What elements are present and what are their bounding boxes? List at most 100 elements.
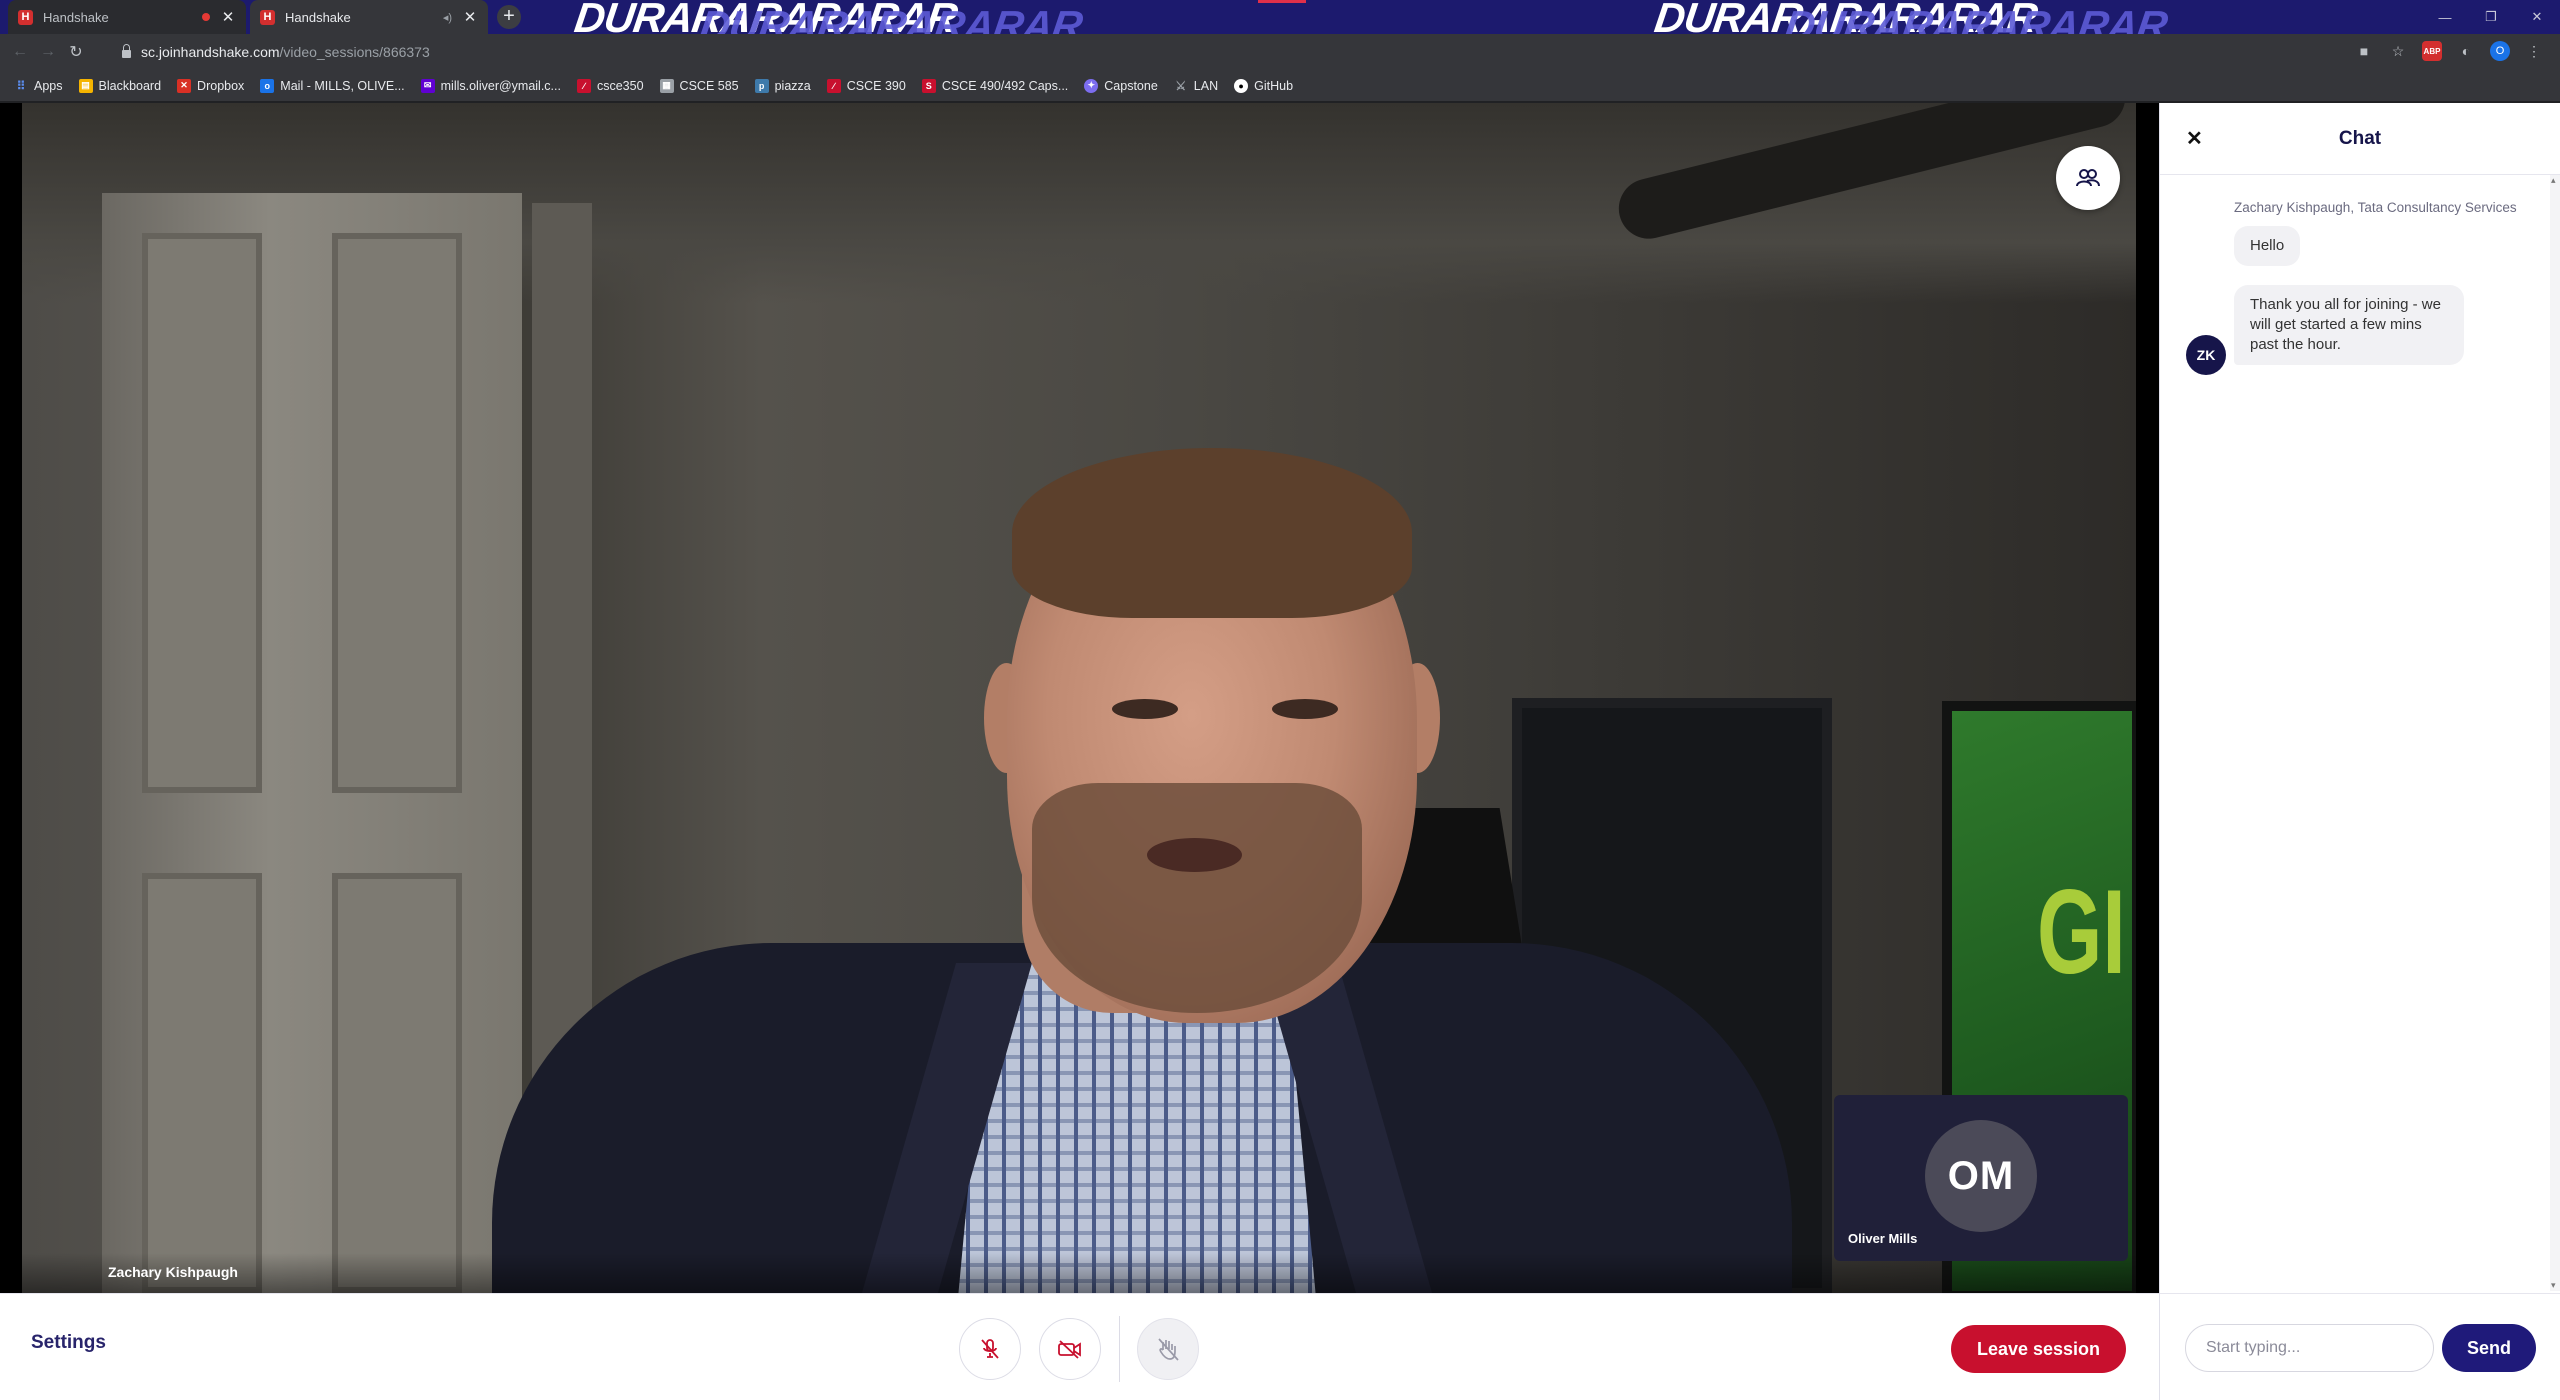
toggle-camera-button[interactable] [1039,1318,1101,1380]
bookmark-apps[interactable]: ⠿ Apps [14,79,63,93]
browser-titlebar: DURARARARARAR DURARARARARAR DURARARARARA… [0,0,2560,34]
video-session-page: GI Zachary Kishpaugh OM Oliver Mills Set… [0,103,2560,1400]
yahoo-mail-icon: ✉ [420,78,435,93]
camera-in-use-icon[interactable]: ■ [2354,41,2374,61]
browser-toolbar: ← → ↻ sc.joinhandshake.com/video_session… [0,34,2560,70]
bookmark-csce350[interactable]: ∕ csce350 [576,78,644,93]
bookmark-capstone[interactable]: ✦ Capstone [1084,78,1158,93]
raise-hand-off-icon [1158,1338,1179,1361]
restore-icon[interactable]: ❐ [2468,0,2514,34]
bookmark-label: CSCE 585 [679,78,739,93]
tab-close-icon[interactable]: ✕ [462,8,478,26]
window-controls: — ❐ ✕ [2422,0,2560,34]
bookmarks-bar: ⠿ Apps ▤ Blackboard ✕ Dropbox o Mail - MILLS… [0,70,2560,102]
controls-divider [1119,1316,1120,1382]
tab-close-icon[interactable]: ✕ [220,8,236,26]
outlook-icon: o [260,78,275,93]
chat-message: Thank you all for joining - we will get … [2234,285,2464,365]
bookmark-label: piazza [774,78,811,93]
extension-icons: ■ ☆ ABP ◐ O ⋮ [2354,41,2544,61]
lock-icon [122,44,131,58]
self-video-tile: OM Oliver Mills [1834,1095,2128,1261]
leave-session-button[interactable]: Leave session [1951,1325,2126,1373]
extension-icon[interactable]: ◐ [2456,41,2476,61]
theme-artwork-text: DURARARARARAR [696,2,1085,34]
poster-artwork: GI [2037,865,2126,999]
bookmark-label: CSCE 390 [846,78,906,93]
self-participant-name: Oliver Mills [1848,1231,1918,1246]
session-controls-bar: Settings Leave session [0,1293,2159,1400]
bookmark-label: Capstone [1104,78,1158,93]
bookmark-lan[interactable]: ⚔ LAN [1174,79,1218,93]
tab-title: Handshake [285,9,351,25]
handshake-favicon-icon: H [18,9,33,25]
back-arrow-icon[interactable]: ← [6,38,34,66]
bookmark-label: Dropbox [197,78,245,93]
forward-arrow-icon[interactable]: → [34,38,62,66]
microphone-off-icon [981,1339,999,1359]
adblock-plus-icon[interactable]: ABP [2422,41,2442,61]
course-icon: ∕ [826,78,841,93]
bookmark-csce390[interactable]: ∕ CSCE 390 [826,78,906,93]
course-icon: ∕ [576,78,591,93]
close-window-icon[interactable]: ✕ [2514,0,2560,34]
recording-indicator-icon [202,13,210,21]
bookmark-piazza[interactable]: p piazza [754,78,811,93]
participants-button[interactable] [2056,146,2120,210]
apps-grid-icon: ⠿ [16,78,26,93]
chat-message-sender: Zachary Kishpaugh, Tata Consultancy Serv… [2234,200,2517,215]
main-participant-name: Zachary Kishpaugh [108,1264,238,1280]
minimize-icon[interactable]: — [2422,0,2468,34]
chat-composer: Send [2160,1293,2560,1400]
bookmark-label: GitHub [1254,78,1294,93]
bookmark-csce585[interactable]: ▦ CSCE 585 [659,78,739,93]
bookmark-label: CSCE 490/492 Caps... [941,78,1069,93]
send-message-button[interactable]: Send [2442,1324,2536,1372]
bookmark-csce490[interactable]: S CSCE 490/492 Caps... [921,78,1069,93]
browser-tab-active[interactable]: H Handshake ◂) ✕ [250,0,488,34]
audio-playing-icon: ◂) [442,11,452,24]
bookmark-blackboard[interactable]: ▤ Blackboard [78,78,162,93]
page-icon: ▦ [659,78,674,93]
bookmark-github[interactable]: ● GitHub [1234,78,1294,93]
background-door [102,193,522,1293]
handshake-favicon-icon: H [260,9,275,25]
main-video-area: GI Zachary Kishpaugh OM Oliver Mills [0,103,2159,1293]
self-avatar: OM [1925,1120,2037,1232]
chat-panel: ✕ Chat Zachary Kishpaugh, Tata Consultan… [2159,103,2560,1400]
browser-menu-icon[interactable]: ⋮ [2524,41,2544,61]
github-icon: ● [1234,78,1249,93]
reload-icon[interactable]: ↻ [62,38,90,66]
dropbox-icon: ✕ [177,78,192,93]
bookmark-mail[interactable]: o Mail - MILLS, OLIVE... [260,78,405,93]
sender-avatar: ZK [2186,335,2226,375]
piazza-icon: p [754,78,769,93]
bookmark-label: csce350 [596,78,644,93]
chat-message-input[interactable] [2185,1324,2434,1372]
camera-off-icon [1058,1340,1081,1359]
chat-message: Hello [2234,226,2301,266]
bookmark-label: LAN [1193,78,1219,93]
address-bar[interactable]: sc.joinhandshake.com/video_sessions/8663… [110,37,2410,67]
capstone-icon: ✦ [1084,78,1099,93]
bookmark-star-icon[interactable]: ☆ [2388,41,2408,61]
lan-icon: ⚔ [1175,78,1187,93]
participant-video-feed: GI [22,103,2136,1293]
new-tab-button[interactable]: + [497,5,521,29]
bookmark-label: mills.oliver@ymail.c... [440,78,561,93]
bookmark-ymail[interactable]: ✉ mills.oliver@ymail.c... [420,78,561,93]
participants-icon [2076,169,2100,187]
raise-hand-button[interactable] [1137,1318,1199,1380]
mute-microphone-button[interactable] [959,1318,1021,1380]
bookmark-dropbox[interactable]: ✕ Dropbox [177,78,245,93]
chat-scrollbar[interactable] [2550,175,2560,1291]
bookmark-label: Blackboard [98,78,162,93]
settings-button[interactable]: Settings [31,1332,106,1354]
browser-tab[interactable]: H Handshake ✕ [8,0,246,34]
profile-avatar[interactable]: O [2490,41,2510,61]
tab-title: Handshake [43,9,109,25]
theme-artwork-text: DURARARARARAR [1781,2,2170,34]
blackboard-icon: ▤ [78,78,93,93]
url-text: sc.joinhandshake.com/video_sessions/8663… [141,44,430,60]
chat-title: Chat [2338,128,2382,149]
